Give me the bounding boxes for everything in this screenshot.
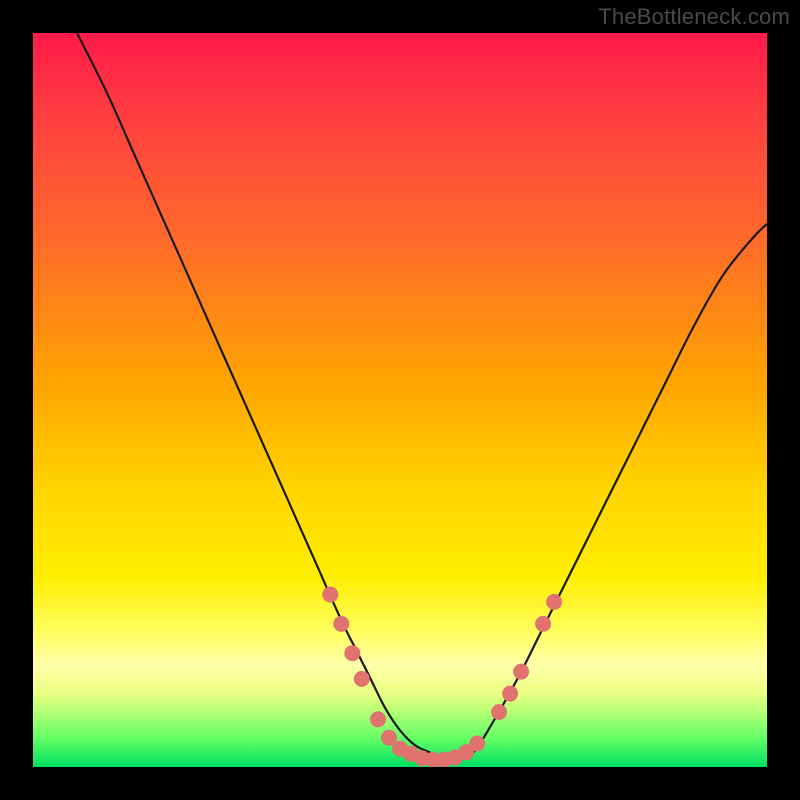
curve-marker — [535, 616, 551, 632]
chart-frame: TheBottleneck.com — [0, 0, 800, 800]
markers-group — [322, 587, 562, 768]
curve-marker — [546, 594, 562, 610]
curve-marker — [333, 616, 349, 632]
curve-marker — [344, 645, 360, 661]
curve-marker — [502, 686, 518, 702]
plot-area — [33, 33, 767, 767]
watermark-text: TheBottleneck.com — [598, 4, 790, 30]
curve-marker — [491, 704, 507, 720]
bottleneck-curve — [77, 33, 767, 761]
curve-marker — [370, 711, 386, 727]
curve-layer — [33, 33, 767, 767]
curve-marker — [513, 664, 529, 680]
curve-marker — [322, 587, 338, 603]
curve-marker — [354, 671, 370, 687]
curve-marker — [469, 736, 485, 752]
